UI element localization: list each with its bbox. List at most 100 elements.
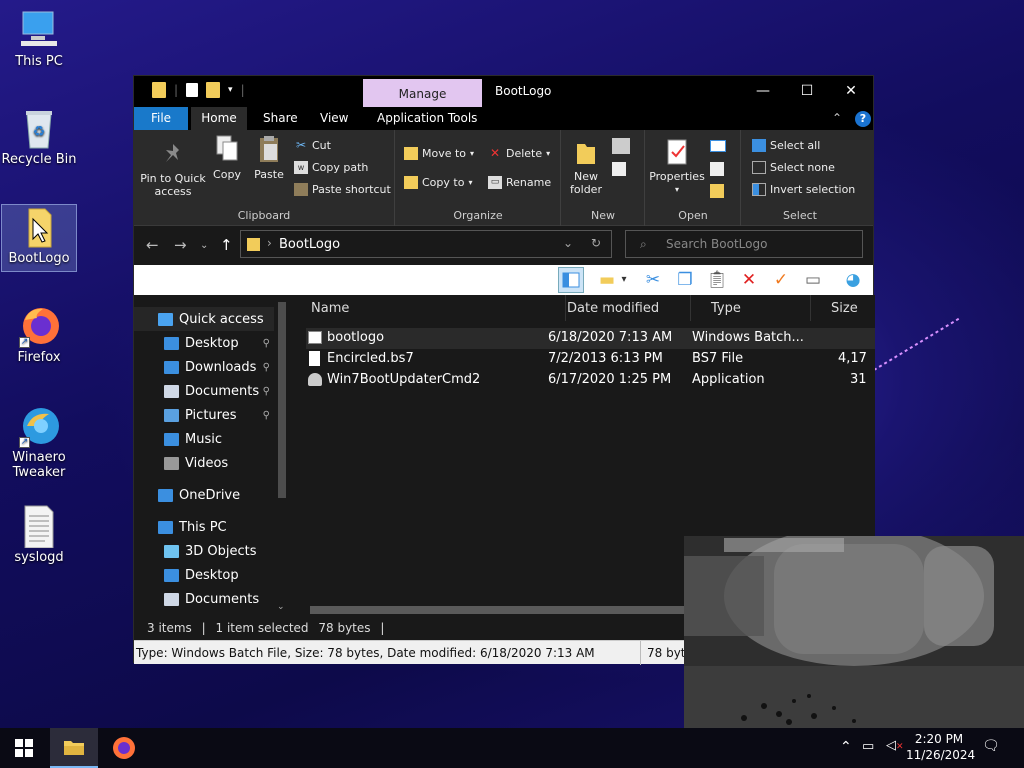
desktop-icon-this-pc[interactable]: This PC <box>1 8 77 69</box>
properties-qat-icon[interactable] <box>186 83 199 97</box>
copy-to-button[interactable]: Copy to ▾ <box>404 176 472 189</box>
invert-selection-button[interactable]: Invert selection <box>752 183 855 196</box>
desktop-icon <box>164 568 179 582</box>
desktop-icon-syslogd[interactable]: syslogd <box>1 504 77 565</box>
new-item-icon[interactable] <box>612 138 630 154</box>
forward-button[interactable]: → <box>174 236 187 254</box>
scroll-down-icon[interactable]: ⌄ <box>277 602 285 612</box>
history-icon[interactable] <box>710 184 724 198</box>
ribbon-collapse-icon[interactable]: ⌃ <box>832 111 842 125</box>
delete-icon[interactable]: ✕ <box>738 269 760 291</box>
paste-icon[interactable]: 📋︎ <box>706 269 728 291</box>
desktop-icon-recycle-bin[interactable]: ♻ Recycle Bin <box>1 106 77 167</box>
file-row[interactable]: bootlogo 6/18/2020 7:13 AM Windows Batch… <box>306 328 875 349</box>
open-icon[interactable] <box>710 140 726 152</box>
tab-manage[interactable]: Manage <box>363 79 482 107</box>
easy-access-icon[interactable] <box>612 162 626 176</box>
nav-item[interactable]: Videos <box>134 451 274 475</box>
back-button[interactable]: ← <box>146 236 159 254</box>
desktop-icon-winaero-tweaker[interactable]: ↗ Winaero Tweaker <box>1 404 77 480</box>
show-hidden-icons-icon[interactable]: ⌃ <box>840 739 852 755</box>
tab-view[interactable]: View <box>307 107 361 130</box>
column-header-size[interactable]: Size <box>811 295 875 321</box>
nav-item[interactable]: Music <box>134 427 274 451</box>
up-button[interactable]: ↑ <box>220 236 233 254</box>
rename-icon[interactable]: ▭ <box>802 269 824 291</box>
copy-path-button[interactable]: w Copy path <box>294 161 368 174</box>
select-none-button[interactable]: Select none <box>752 161 835 174</box>
minimize-button[interactable]: — <box>741 76 785 106</box>
network-icon[interactable]: ▭ <box>862 739 874 754</box>
new-folder-qat-icon[interactable] <box>206 82 221 98</box>
batch-file-icon <box>308 331 322 344</box>
title-bar[interactable]: | ▾ | Manage BootLogo — ☐ ✕ <box>134 76 873 107</box>
rename-button[interactable]: ▭ Rename <box>488 176 551 189</box>
address-dropdown-icon[interactable]: ⌄ <box>563 236 573 250</box>
delete-button[interactable]: ✕ Delete ▾ <box>488 147 550 161</box>
recent-locations-button[interactable]: ⌄ <box>200 240 208 251</box>
tab-share[interactable]: Share <box>250 107 311 130</box>
cut-button[interactable]: ✂ Cut <box>294 139 331 153</box>
taskbar-firefox[interactable] <box>100 728 148 768</box>
nav-item[interactable]: Documents <box>134 587 274 611</box>
nav-item[interactable]: Desktop <box>134 563 274 587</box>
tab-home[interactable]: Home <box>191 107 247 130</box>
file-row[interactable]: Encircled.bs7 7/2/2013 6:13 PM BS7 File … <box>306 349 875 370</box>
taskbar-file-explorer[interactable] <box>50 728 98 768</box>
file-row[interactable]: Win7BootUpdaterCmd2 6/17/2020 1:25 PM Ap… <box>306 370 875 391</box>
nav-item[interactable]: Pictures ⚲ <box>134 403 274 427</box>
properties-button[interactable]: Properties ▾ <box>648 138 706 196</box>
search-box[interactable]: ⌕ Search BootLogo <box>625 230 863 258</box>
chevron-down-icon[interactable]: ▾ <box>618 269 630 291</box>
copy-button[interactable]: Copy <box>210 134 244 181</box>
copy-icon[interactable]: ❐ <box>674 269 696 291</box>
nav-item[interactable]: 3D Objects <box>134 539 274 563</box>
nav-scrollbar-thumb[interactable] <box>278 302 286 498</box>
desktop-icon-bootlogo[interactable]: BootLogo <box>1 204 77 272</box>
maximize-button[interactable]: ☐ <box>785 76 829 106</box>
properties-icon <box>664 138 690 166</box>
nav-item[interactable]: Downloads ⚲ <box>134 355 274 379</box>
preview-pane-icon[interactable] <box>558 267 584 293</box>
nav-item[interactable]: Documents ⚲ <box>134 379 274 403</box>
nav-item[interactable]: OneDrive <box>134 483 274 507</box>
paste-shortcut-button[interactable]: Paste shortcut <box>294 183 391 196</box>
new-folder-button[interactable]: New folder <box>566 138 606 196</box>
breadcrumb-separator-icon: › <box>267 236 272 250</box>
breadcrumb-bootlogo[interactable]: BootLogo <box>279 237 340 252</box>
edit-icon[interactable] <box>710 162 724 176</box>
select-all-button[interactable]: Select all <box>752 139 820 152</box>
volume-muted-icon[interactable]: ◁✕ <box>886 738 904 753</box>
nav-item-label: This PC <box>179 519 227 535</box>
tab-application-tools[interactable]: Application Tools <box>364 107 490 130</box>
file-date: 6/18/2020 7:13 AM <box>548 330 673 345</box>
address-bar[interactable]: › BootLogo ⌄ ↻ <box>240 230 612 258</box>
start-button[interactable] <box>0 728 48 768</box>
help-icon[interactable]: ? <box>855 111 871 127</box>
close-button[interactable]: ✕ <box>829 76 873 106</box>
nav-item[interactable]: Quick access <box>134 307 274 331</box>
nav-item[interactable]: This PC <box>134 515 274 539</box>
shell-icon[interactable]: ◕ <box>842 269 864 291</box>
check-icon[interactable]: ✓ <box>770 269 792 291</box>
group-label: Open <box>678 209 708 222</box>
move-to-button[interactable]: Move to ▾ <box>404 147 474 160</box>
clock[interactable]: 2:20 PM 11/26/2024 <box>906 731 975 763</box>
folder-options-icon[interactable]: ▬ <box>596 269 618 291</box>
video-overlay[interactable] <box>684 536 1024 728</box>
column-header-date[interactable]: Date modified <box>547 295 691 321</box>
column-header-type[interactable]: Type <box>691 295 811 321</box>
pin-to-quick-access-button[interactable]: Pin to Quick access <box>140 140 206 198</box>
paste-button[interactable]: Paste <box>250 134 288 181</box>
cut-icon[interactable]: ✂ <box>642 269 664 291</box>
nav-item[interactable]: Desktop ⚲ <box>134 331 274 355</box>
qat-dropdown-icon[interactable]: ▾ <box>228 85 233 95</box>
pin-icon: ⚲ <box>262 361 270 373</box>
desktop-icon-firefox[interactable]: ↗ Firefox <box>1 304 77 365</box>
tab-file[interactable]: File <box>134 107 188 130</box>
horizontal-scrollbar-thumb[interactable] <box>310 606 690 614</box>
folder-icon <box>247 238 260 251</box>
column-header-name[interactable]: Name <box>291 295 566 321</box>
refresh-icon[interactable]: ↻ <box>591 236 601 250</box>
notification-icon[interactable]: 🗨︎ <box>982 738 1000 754</box>
